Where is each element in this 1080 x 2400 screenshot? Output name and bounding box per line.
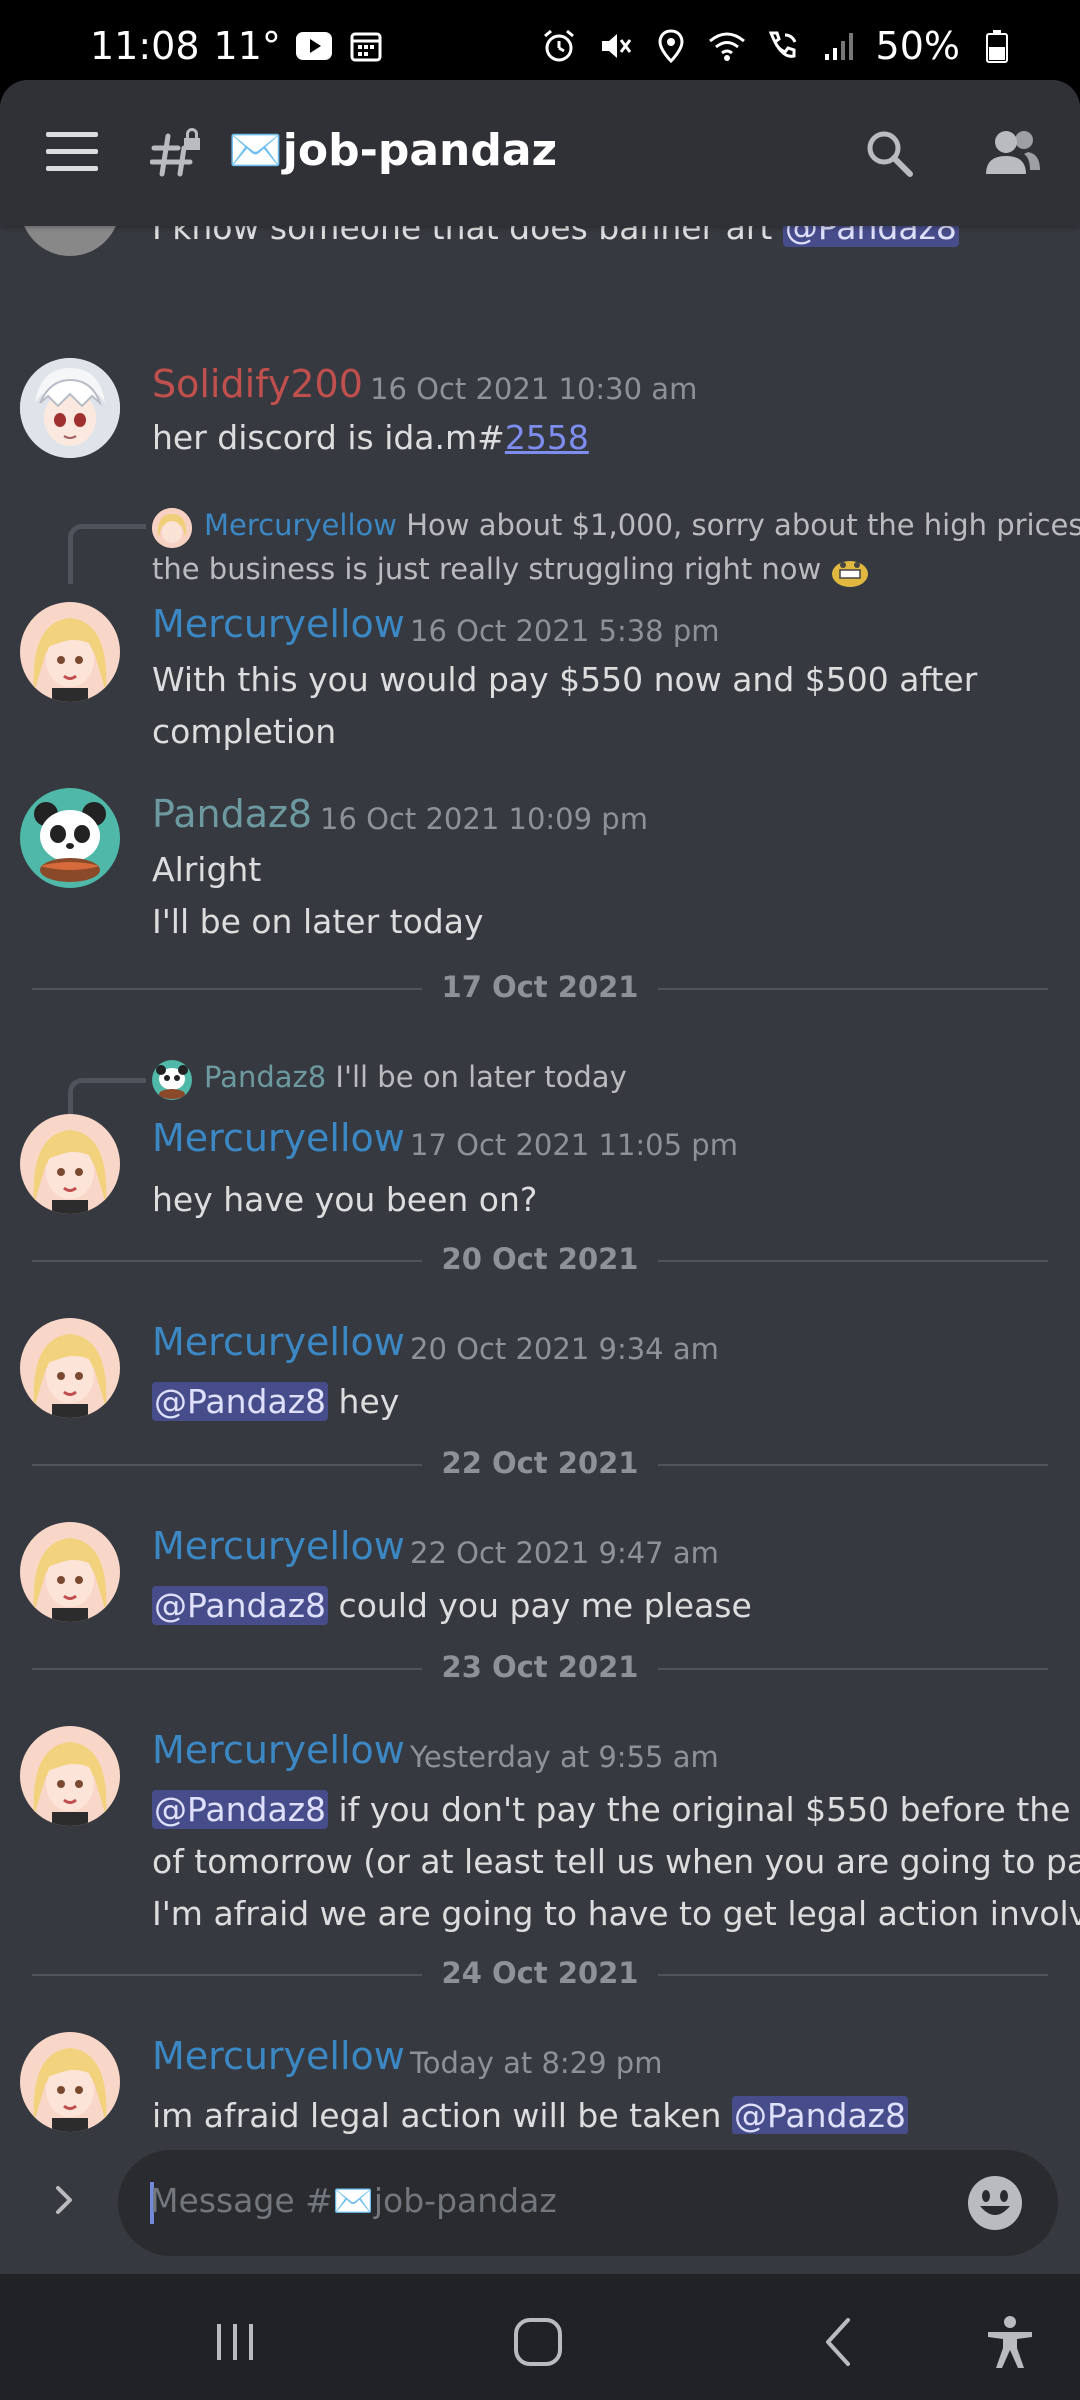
message-author[interactable]: Solidify200 xyxy=(152,362,363,406)
status-bar: 11:08 11° 50% xyxy=(0,0,1080,80)
message-author[interactable]: Pandaz8 xyxy=(152,792,312,836)
message-timestamp: 20 Oct 2021 9:34 am xyxy=(410,1332,719,1366)
reply-connector xyxy=(68,524,146,584)
search-icon[interactable] xyxy=(864,128,914,178)
message-text: @Pandaz8 could you pay me please xyxy=(152,1586,752,1625)
message-text: hey have you been on? xyxy=(152,1180,538,1219)
date-divider: 17 Oct 2021 xyxy=(32,968,1048,1008)
location-icon xyxy=(652,27,690,65)
calendar-icon xyxy=(347,27,385,65)
grimace-emoji-icon xyxy=(830,554,870,588)
message-author[interactable]: Mercuryellow xyxy=(152,1524,405,1568)
user-mention[interactable]: @Pandaz8 xyxy=(152,1586,329,1625)
message-text: @Pandaz8 if you don't pay the original $… xyxy=(152,1790,1080,1829)
avatar-mercuryellow[interactable] xyxy=(20,1726,120,1826)
message-author[interactable]: Mercuryellow xyxy=(152,1116,405,1160)
avatar-mercuryellow[interactable] xyxy=(20,1522,120,1622)
channel-name: ✉️job-pandaz xyxy=(228,125,558,176)
message-author[interactable]: Mercuryellow xyxy=(152,1728,405,1772)
battery-icon xyxy=(978,27,1016,65)
message-text: Alright xyxy=(152,850,262,889)
message-text: With this you would pay $550 now and $50… xyxy=(152,660,978,699)
message-text: im afraid legal action will be taken @Pa… xyxy=(152,2096,908,2135)
emoji-icon[interactable] xyxy=(966,2174,1024,2232)
recents-icon[interactable] xyxy=(205,2312,265,2372)
alarm-icon xyxy=(540,27,578,65)
avatar-pandaz8[interactable] xyxy=(20,788,120,888)
message-text: I know someone that does banner art @Pan… xyxy=(152,226,959,247)
app-window: ✉️job-pandaz I know someone that does ba… xyxy=(0,80,1080,2274)
signal-icon xyxy=(820,27,858,65)
user-mention[interactable]: @Pandaz8 xyxy=(152,1382,329,1421)
date-divider: 20 Oct 2021 xyxy=(32,1240,1048,1280)
date-divider: 22 Oct 2021 xyxy=(32,1444,1048,1484)
message-timestamp: Yesterday at 9:55 am xyxy=(410,1740,719,1774)
message-timestamp: Today at 8:29 pm xyxy=(410,2046,663,2080)
avatar-mercuryellow[interactable] xyxy=(20,1114,120,1214)
message-timestamp: 22 Oct 2021 9:47 am xyxy=(410,1536,719,1570)
battery-percent: 50% xyxy=(875,24,960,68)
reply-avatar[interactable] xyxy=(152,508,192,548)
message-composer: Message #✉️job-pandaz xyxy=(0,2134,1080,2274)
message-author[interactable]: Mercuryellow xyxy=(152,1320,405,1364)
system-nav-bar xyxy=(0,2274,1080,2400)
date-divider: 23 Oct 2021 xyxy=(32,1648,1048,1688)
avatar-solidify200[interactable] xyxy=(20,358,120,458)
message-text: completion xyxy=(152,712,337,751)
expand-icon[interactable] xyxy=(44,2180,84,2220)
back-icon[interactable] xyxy=(810,2312,870,2372)
home-icon[interactable] xyxy=(508,2312,568,2372)
avatar-mercuryellow[interactable] xyxy=(20,2032,120,2132)
avatar[interactable] xyxy=(20,226,120,256)
message-text: I'm afraid we are going to have to get l… xyxy=(152,1894,1080,1933)
message-text: of tomorrow (or at least tell us when yo… xyxy=(152,1842,1080,1881)
status-temperature: 11° xyxy=(213,24,281,68)
message-timestamp: 16 Oct 2021 10:09 pm xyxy=(320,802,648,836)
user-mention[interactable]: @Pandaz8 xyxy=(152,1790,329,1829)
message-list[interactable]: I know someone that does banner art @Pan… xyxy=(0,226,1080,2200)
youtube-icon xyxy=(295,27,333,65)
message-timestamp: 17 Oct 2021 11:05 pm xyxy=(410,1128,738,1162)
avatar-mercuryellow[interactable] xyxy=(20,1318,120,1418)
date-divider: 24 Oct 2021 xyxy=(32,1954,1048,1994)
menu-icon[interactable] xyxy=(46,132,98,172)
reply-preview[interactable]: Mercuryellow How about $1,000, sorry abo… xyxy=(204,508,1080,542)
message-link[interactable]: 2558 xyxy=(505,418,589,457)
message-author[interactable]: Mercuryellow xyxy=(152,602,405,646)
user-mention[interactable]: @Pandaz8 xyxy=(782,226,959,247)
accessibility-icon[interactable] xyxy=(980,2312,1040,2372)
reply-preview-continued: the business is just really struggling r… xyxy=(152,552,870,588)
message-text: @Pandaz8 hey xyxy=(152,1382,400,1421)
message-author[interactable]: Mercuryellow xyxy=(152,2034,405,2078)
members-icon[interactable] xyxy=(984,128,1042,178)
wifi-icon xyxy=(708,27,746,65)
user-mention[interactable]: @Pandaz8 xyxy=(731,2096,908,2135)
message-timestamp: 16 Oct 2021 5:38 pm xyxy=(410,614,720,648)
reply-avatar[interactable] xyxy=(152,1060,192,1100)
thread-channel-icon xyxy=(149,124,206,180)
message-text: I'll be on later today xyxy=(152,902,484,941)
status-time: 11:08 xyxy=(90,24,200,68)
mute-icon xyxy=(596,27,634,65)
message-text: her discord is ida.m#2558 xyxy=(152,418,589,457)
message-timestamp: 16 Oct 2021 10:30 am xyxy=(370,372,698,406)
channel-header: ✉️job-pandaz xyxy=(0,80,1080,226)
message-input-placeholder: Message #✉️job-pandaz xyxy=(150,2181,557,2220)
reply-connector xyxy=(68,1078,146,1116)
message-input[interactable]: Message #✉️job-pandaz xyxy=(118,2150,1058,2256)
wifi-calling-icon xyxy=(764,27,802,65)
reply-preview[interactable]: Pandaz8 I'll be on later today xyxy=(204,1060,627,1094)
avatar-mercuryellow[interactable] xyxy=(20,602,120,702)
